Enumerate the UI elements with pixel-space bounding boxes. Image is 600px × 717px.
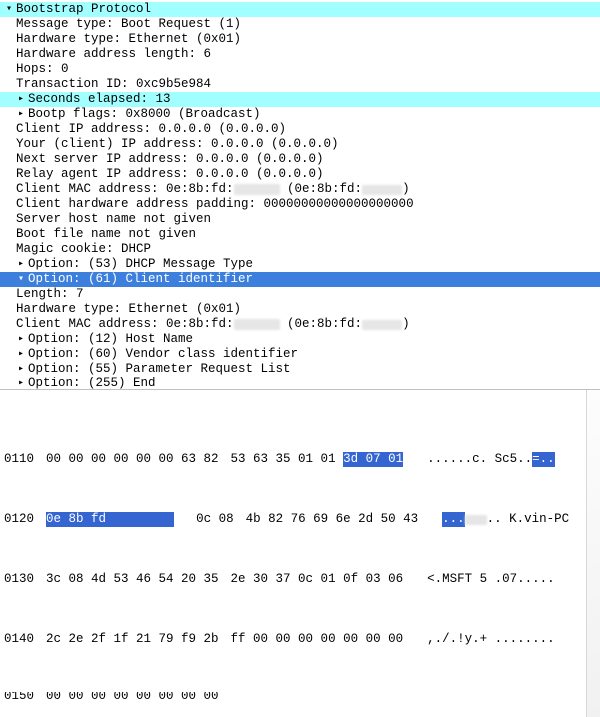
hex-offset: 0110	[4, 452, 34, 467]
hex-bytes: 4b 82 76 69 6e 2d 50 43	[246, 512, 419, 527]
field-option-60[interactable]: Option: (60) Vendor class identifier	[0, 347, 600, 362]
ascii: K.vin-PC	[502, 512, 570, 527]
packet-details-tree[interactable]: Bootstrap Protocol Message type: Boot Re…	[0, 0, 600, 389]
spacer-icon	[4, 137, 14, 152]
hex-bytes: 0c 08	[196, 512, 234, 527]
ascii-selected: ...	[442, 512, 465, 527]
hex-bytes: 53 63 35 01 01	[231, 452, 344, 467]
spacer-icon	[4, 302, 14, 317]
protocol-header[interactable]: Bootstrap Protocol	[0, 2, 600, 17]
spacer-icon	[4, 212, 14, 227]
hex-line[interactable]: 0120 0e 8b fd 0c 08 4b 82 76 69 6e 2d 50 4…	[4, 512, 600, 527]
spacer-icon	[4, 152, 14, 167]
hex-selected: 0e 8b fd	[46, 512, 174, 527]
field-hops[interactable]: Hops: 0	[0, 62, 600, 77]
hex-line[interactable]: 0140 2c 2e 2f 1f 21 79 f9 2b ff 00 00 00 0…	[4, 632, 600, 647]
hex-line[interactable]: 0150 00 00 00 00 00 00 00 00	[4, 692, 600, 700]
hex-bytes: 2e 30 37 0c 01 0f 03 06	[231, 572, 404, 587]
collapse-icon[interactable]	[16, 362, 26, 377]
spacer-icon	[4, 47, 14, 62]
field-client-ip[interactable]: Client IP address: 0.0.0.0 (0.0.0.0)	[0, 122, 600, 137]
spacer-icon	[4, 122, 14, 137]
field-option-61-length[interactable]: Length: 7	[0, 287, 600, 302]
collapse-icon[interactable]	[16, 347, 26, 362]
ascii: ......c. Sc5..	[427, 452, 532, 467]
field-hardware-type[interactable]: Hardware type: Ethernet (0x01)	[0, 32, 600, 47]
collapse-icon[interactable]	[16, 377, 26, 389]
spacer-icon	[4, 287, 14, 302]
ascii: ..	[487, 512, 502, 527]
scrollbar[interactable]	[586, 390, 600, 717]
spacer-icon	[4, 227, 14, 242]
spacer-icon	[4, 332, 14, 347]
redacted-ascii	[465, 515, 487, 525]
spacer-icon	[4, 92, 14, 107]
hex-bytes: 2c 2e 2f 1f 21 79 f9 2b	[46, 632, 219, 647]
protocol-title: Bootstrap Protocol	[16, 2, 151, 17]
spacer-icon	[4, 62, 14, 77]
field-boot-file-name[interactable]: Boot file name not given	[0, 227, 600, 242]
hex-line[interactable]: 0130 3c 08 4d 53 46 54 20 35 2e 30 37 0c 0…	[4, 572, 600, 587]
hex-bytes: ff 00 00 00 00 00 00 00	[231, 632, 404, 647]
spacer-icon	[4, 272, 14, 287]
hex-offset: 0150	[4, 692, 34, 700]
expand-icon[interactable]	[16, 272, 26, 287]
field-server-host-name[interactable]: Server host name not given	[0, 212, 600, 227]
spacer-icon	[4, 242, 14, 257]
ascii: ,./.!y.+ ........	[427, 632, 555, 647]
expand-icon[interactable]	[4, 2, 14, 17]
spacer-icon	[4, 362, 14, 377]
hex-selected: 3d 07 01	[343, 452, 403, 467]
spacer-icon	[4, 107, 14, 122]
field-magic-cookie[interactable]: Magic cookie: DHCP	[0, 242, 600, 257]
spacer-icon	[4, 347, 14, 362]
collapse-icon[interactable]	[16, 92, 26, 107]
hex-offset: 0130	[4, 572, 34, 587]
field-option-55[interactable]: Option: (55) Parameter Request List	[0, 362, 600, 377]
field-option-61-mac[interactable]: Client MAC address: 0e:8b:fd: (0e:8b:fd:…	[0, 317, 600, 332]
field-relay-agent-ip[interactable]: Relay agent IP address: 0.0.0.0 (0.0.0.0…	[0, 167, 600, 182]
spacer-icon	[4, 77, 14, 92]
redacted-mac	[362, 185, 402, 195]
field-option-61-hw-type[interactable]: Hardware type: Ethernet (0x01)	[0, 302, 600, 317]
field-hw-addr-len[interactable]: Hardware address length: 6	[0, 47, 600, 62]
field-option-53[interactable]: Option: (53) DHCP Message Type	[0, 257, 600, 272]
spacer-icon	[4, 17, 14, 32]
spacer-icon	[4, 317, 14, 332]
field-bootp-flags[interactable]: Bootp flags: 0x8000 (Broadcast)	[0, 107, 600, 122]
hex-bytes	[174, 512, 197, 527]
hex-bytes: 00 00 00 00 00 00 63 82	[46, 452, 219, 467]
field-option-255[interactable]: Option: (255) End	[0, 377, 600, 389]
collapse-icon[interactable]	[16, 107, 26, 122]
hex-offset: 0120	[4, 512, 34, 527]
spacer-icon	[4, 197, 14, 212]
field-hw-padding[interactable]: Client hardware address padding: 0000000…	[0, 197, 600, 212]
spacer-icon	[4, 32, 14, 47]
field-option-61[interactable]: Option: (61) Client identifier	[0, 272, 600, 287]
field-seconds-elapsed[interactable]: Seconds elapsed: 13	[0, 92, 600, 107]
collapse-icon[interactable]	[16, 257, 26, 272]
redacted-mac	[234, 184, 280, 195]
field-message-type[interactable]: Message type: Boot Request (1)	[0, 17, 600, 32]
field-option-12[interactable]: Option: (12) Host Name	[0, 332, 600, 347]
redacted-mac	[234, 319, 280, 330]
hex-line[interactable]: 0110 00 00 00 00 00 00 63 82 53 63 35 01 0…	[4, 452, 600, 467]
field-transaction-id[interactable]: Transaction ID: 0xc9b5e984	[0, 77, 600, 92]
ascii-selected: =..	[532, 452, 555, 467]
spacer-icon	[4, 182, 14, 197]
hex-bytes: 00 00 00 00 00 00 00 00	[46, 692, 219, 700]
field-next-server-ip[interactable]: Next server IP address: 0.0.0.0 (0.0.0.0…	[0, 152, 600, 167]
spacer-icon	[4, 167, 14, 182]
spacer-icon	[4, 377, 14, 389]
field-client-mac[interactable]: Client MAC address: 0e:8b:fd: (0e:8b:fd:…	[0, 182, 600, 197]
hex-dump-pane[interactable]: 0110 00 00 00 00 00 00 63 82 53 63 35 01 0…	[0, 389, 600, 717]
hex-offset: 0140	[4, 632, 34, 647]
redacted-mac	[362, 320, 402, 330]
ascii: <.MSFT 5 .07.....	[427, 572, 555, 587]
field-your-ip[interactable]: Your (client) IP address: 0.0.0.0 (0.0.0…	[0, 137, 600, 152]
hex-bytes: 3c 08 4d 53 46 54 20 35	[46, 572, 219, 587]
spacer-icon	[4, 257, 14, 272]
collapse-icon[interactable]	[16, 332, 26, 347]
